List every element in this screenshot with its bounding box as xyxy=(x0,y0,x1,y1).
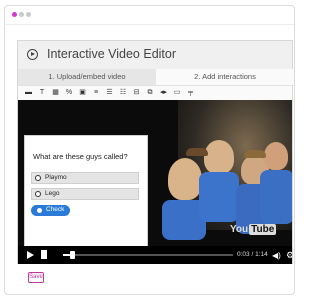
multiple-choice-tool-icon[interactable]: ☷ xyxy=(119,88,128,97)
radio-button[interactable] xyxy=(35,191,41,197)
app-window: Interactive Video Editor 1. Upload/embed… xyxy=(4,5,295,295)
question-overlay: What are these guys called? Playmo Lego … xyxy=(24,135,148,264)
mark-words-tool-icon[interactable]: ▭ xyxy=(173,88,182,97)
seek-bar-progress xyxy=(63,254,70,256)
volume-icon[interactable]: ◀) xyxy=(272,251,281,260)
figure-hair-image xyxy=(244,150,266,158)
drag-text-tool-icon[interactable]: ◂▸ xyxy=(159,88,168,97)
answer-option-label: Lego xyxy=(45,190,60,197)
window-titlebar xyxy=(5,6,294,25)
seek-bar-handle[interactable] xyxy=(69,251,75,259)
tab-add-interactions[interactable]: 2. Add interactions xyxy=(156,69,294,85)
navigation-tool-icon[interactable]: ╤ xyxy=(186,88,195,97)
bookmark-tool-icon[interactable]: ▬ xyxy=(24,88,33,97)
check-button-label: Check xyxy=(46,206,65,213)
video-play-circle-icon xyxy=(27,49,38,60)
window-dot-icon[interactable] xyxy=(12,12,17,17)
seek-bar[interactable] xyxy=(63,251,233,259)
interactions-toolbar: ▬ T ▦% ▣ ≡ ☰ ☷ ⊟ ⧉ ◂▸ ▭ ╤ xyxy=(18,85,292,101)
answer-option-label: Playmo xyxy=(45,174,67,181)
figure-head-image xyxy=(168,158,202,200)
video-time: 0:03 / 1:14 xyxy=(237,251,268,258)
editor-header: Interactive Video Editor xyxy=(18,41,292,69)
figure-head-image xyxy=(204,140,234,174)
answer-option[interactable]: Lego xyxy=(31,188,139,200)
radio-button[interactable] xyxy=(35,175,41,181)
single-choice-tool-icon[interactable]: ☰ xyxy=(105,88,114,97)
question-text: What are these guys called? xyxy=(33,152,128,161)
window-dot-icon[interactable] xyxy=(26,12,31,17)
youtube-logo-box: Tube xyxy=(249,224,277,235)
tab-upload-embed-video[interactable]: 1. Upload/embed video xyxy=(18,69,157,85)
figure-body-image xyxy=(260,170,292,224)
check-button[interactable]: Check xyxy=(31,205,70,216)
figure-hair-image xyxy=(186,148,208,156)
save-button[interactable]: Save xyxy=(28,272,44,283)
fill-blanks-tool-icon[interactable]: ⊟ xyxy=(132,88,141,97)
editor-tabs: 1. Upload/embed video 2. Add interaction… xyxy=(18,69,294,85)
text-tool-icon[interactable]: T xyxy=(38,88,47,97)
gear-icon[interactable]: ⚙ xyxy=(286,250,292,261)
answer-option[interactable]: Playmo xyxy=(31,172,139,184)
figure-head-image xyxy=(264,142,288,170)
video-player[interactable]: What are these guys called? Playmo Lego … xyxy=(18,100,292,264)
check-icon xyxy=(37,208,42,213)
summary-tool-icon[interactable]: ⧉ xyxy=(146,88,155,97)
image-tool-icon[interactable]: ▣ xyxy=(78,88,87,97)
figure-body-image xyxy=(199,172,239,222)
bookmark-icon[interactable] xyxy=(41,250,47,259)
statements-tool-icon[interactable]: ≡ xyxy=(92,88,101,97)
youtube-logo: You Tube xyxy=(230,224,277,235)
youtube-logo-text: You xyxy=(230,224,249,235)
link-tool-icon[interactable]: % xyxy=(65,88,74,97)
video-controls: 0:03 / 1:14 ◀) ⚙ xyxy=(18,246,292,264)
editor-title: Interactive Video Editor xyxy=(47,47,177,61)
window-dot-icon[interactable] xyxy=(19,12,24,17)
interactive-video-editor: Interactive Video Editor 1. Upload/embed… xyxy=(17,40,294,264)
table-tool-icon[interactable]: ▦ xyxy=(51,88,60,97)
